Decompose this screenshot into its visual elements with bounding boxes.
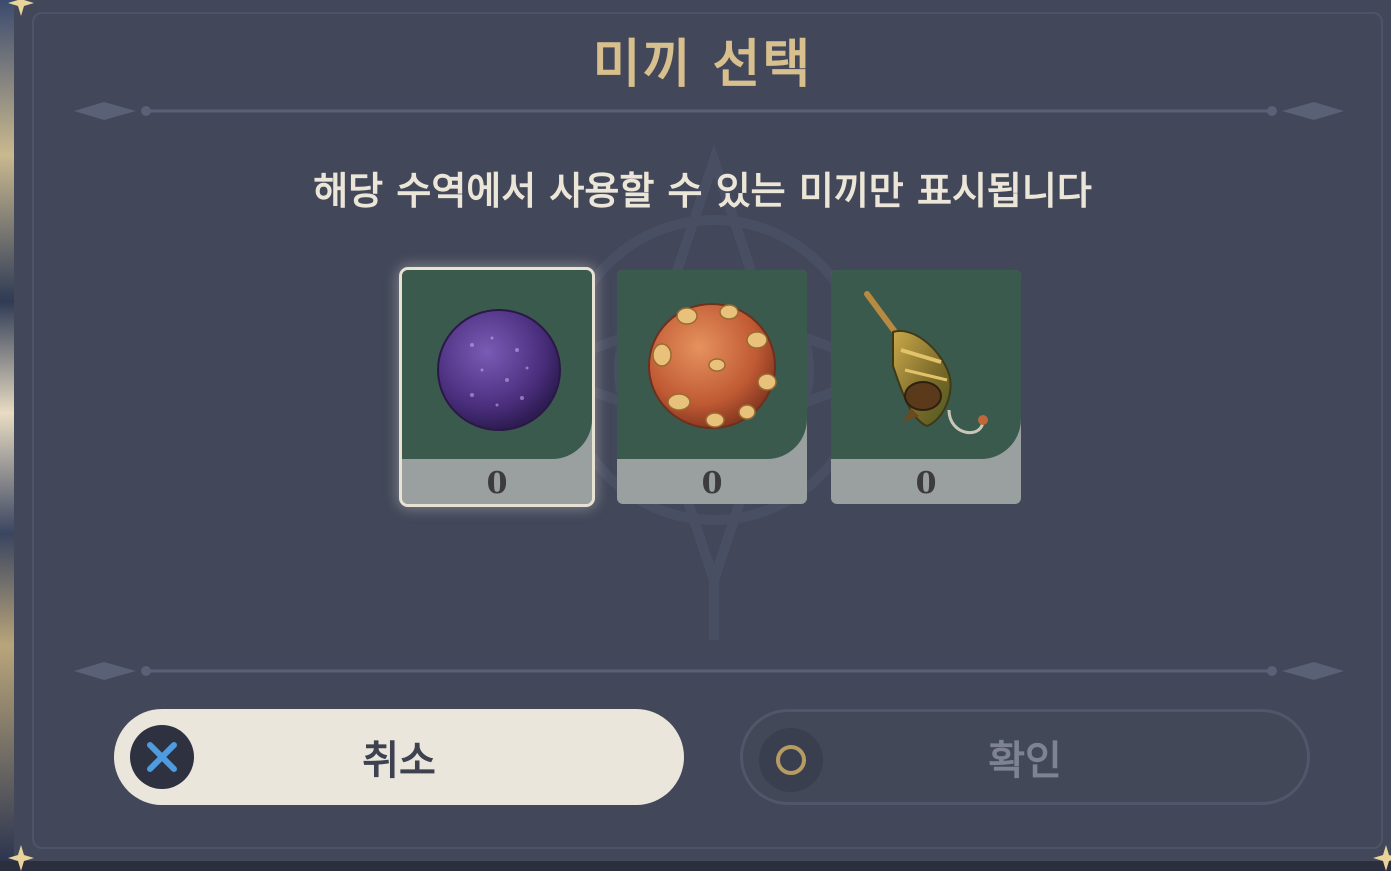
- bait-slot[interactable]: 0: [831, 270, 1021, 504]
- bait-slot[interactable]: 0: [399, 267, 595, 507]
- bait-count: 0: [486, 466, 508, 501]
- ornamental-divider: [74, 102, 1344, 120]
- corner-star-icon: [8, 845, 34, 871]
- cancel-button[interactable]: 취소: [114, 709, 684, 805]
- bait-slot-art: [402, 270, 592, 459]
- orange-bait-ball-icon: [648, 303, 777, 429]
- bait-count: 0: [915, 466, 937, 501]
- dialog-title: 미끼 선택: [592, 35, 813, 95]
- cancel-button-label: 취소: [362, 738, 436, 784]
- purple-bait-ball-icon: [437, 309, 561, 431]
- bait-slot-art: [617, 270, 807, 459]
- corner-star-icon: [1373, 845, 1391, 871]
- confirm-button-label: 확인: [988, 738, 1062, 784]
- bait-slot-art: [831, 270, 1021, 459]
- bait-select-dialog: 미끼 선택 해당 수역에서 사용할 수 있는 미끼만 표시됩니다 0 0 0 취…: [8, 0, 1391, 871]
- dialog-subtitle: 해당 수역에서 사용할 수 있는 미끼만 표시됩니다: [313, 169, 1092, 213]
- bait-slot[interactable]: 0: [617, 270, 807, 504]
- corner-star-icon: [8, 0, 34, 16]
- confirm-button[interactable]: 확인: [740, 709, 1310, 805]
- ornamental-divider: [74, 662, 1344, 680]
- bait-count: 0: [701, 466, 723, 501]
- fishing-lure-icon: [864, 291, 988, 435]
